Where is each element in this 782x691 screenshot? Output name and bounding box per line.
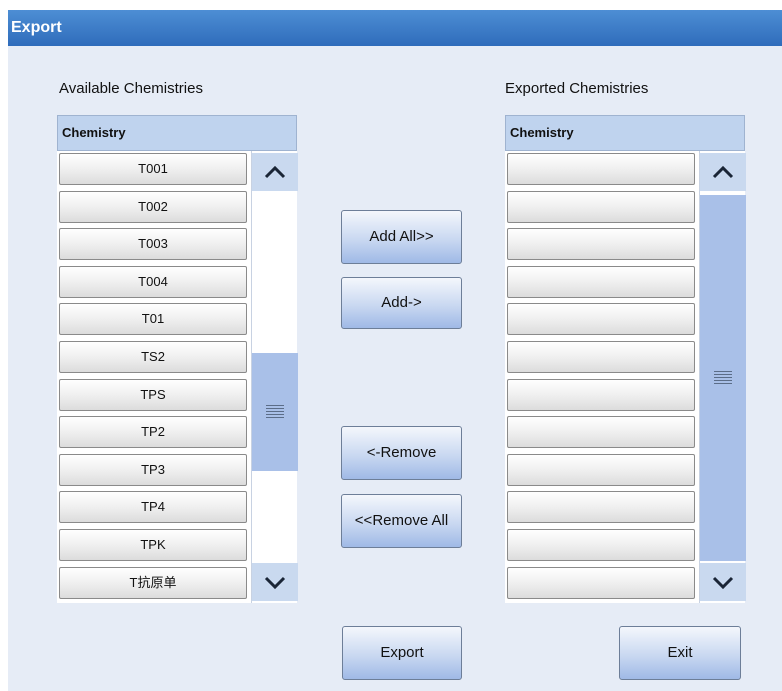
list-item[interactable] [507, 190, 695, 223]
add-button[interactable]: Add-> [341, 277, 462, 329]
list-item[interactable] [507, 453, 695, 486]
list-item[interactable]: TP3 [59, 453, 247, 486]
exported-list: Chemistry [505, 115, 746, 603]
available-scrollbar[interactable] [251, 151, 298, 603]
list-item[interactable] [507, 341, 695, 373]
export-dialog: Export Available Chemistries Exported Ch… [8, 10, 782, 691]
available-items: T001 T002 T003 T004 T01 TS2 TPS TP2 TP3 TP4 TPK T抗原… [57, 151, 249, 603]
list-item[interactable]: TPK [59, 529, 247, 561]
scroll-down-button[interactable] [252, 563, 298, 601]
list-item[interactable]: TS2 [59, 341, 247, 373]
list-item[interactable] [507, 529, 695, 561]
scroll-thumb[interactable] [252, 353, 298, 471]
list-item[interactable]: T004 [59, 265, 247, 298]
chevron-down-icon [264, 576, 286, 590]
list-item[interactable]: T003 [59, 228, 247, 261]
export-button[interactable]: Export [342, 626, 462, 680]
list-item[interactable]: T01 [59, 303, 247, 336]
scroll-up-button[interactable] [252, 153, 298, 191]
list-item[interactable]: T001 [59, 153, 247, 185]
list-item[interactable] [507, 416, 695, 449]
exported-items [505, 151, 697, 603]
exported-chemistries-label: Exported Chemistries [505, 80, 649, 97]
list-item[interactable] [507, 265, 695, 298]
exported-column-header: Chemistry [505, 115, 745, 151]
scroll-thumb[interactable] [700, 195, 746, 561]
chevron-up-icon [712, 165, 734, 179]
list-item[interactable]: TP4 [59, 491, 247, 524]
list-item[interactable]: TPS [59, 378, 247, 411]
list-item[interactable] [507, 566, 695, 599]
add-all-button[interactable]: Add All>> [341, 210, 462, 264]
scroll-grip-icon [714, 371, 732, 384]
exit-button[interactable]: Exit [619, 626, 741, 680]
remove-button[interactable]: <-Remove [341, 426, 462, 480]
chevron-up-icon [264, 165, 286, 179]
list-item[interactable] [507, 491, 695, 524]
available-column-header: Chemistry [57, 115, 297, 151]
available-chemistries-label: Available Chemistries [59, 80, 203, 97]
list-item[interactable]: T抗原单 [59, 566, 247, 599]
exported-scrollbar[interactable] [699, 151, 746, 603]
remove-all-button[interactable]: <<Remove All [341, 494, 462, 548]
list-item[interactable] [507, 228, 695, 261]
list-item[interactable]: T002 [59, 190, 247, 223]
scroll-down-button[interactable] [700, 563, 746, 601]
available-list: Chemistry T001 T002 T003 T004 T01 TS2 TPS TP2 TP… [57, 115, 298, 603]
list-item[interactable] [507, 303, 695, 336]
chevron-down-icon [712, 576, 734, 590]
scroll-up-button[interactable] [700, 153, 746, 191]
list-item[interactable]: TP2 [59, 416, 247, 449]
window-title: Export [8, 10, 782, 46]
scroll-grip-icon [266, 405, 284, 418]
list-item[interactable] [507, 378, 695, 411]
list-item[interactable] [507, 153, 695, 185]
